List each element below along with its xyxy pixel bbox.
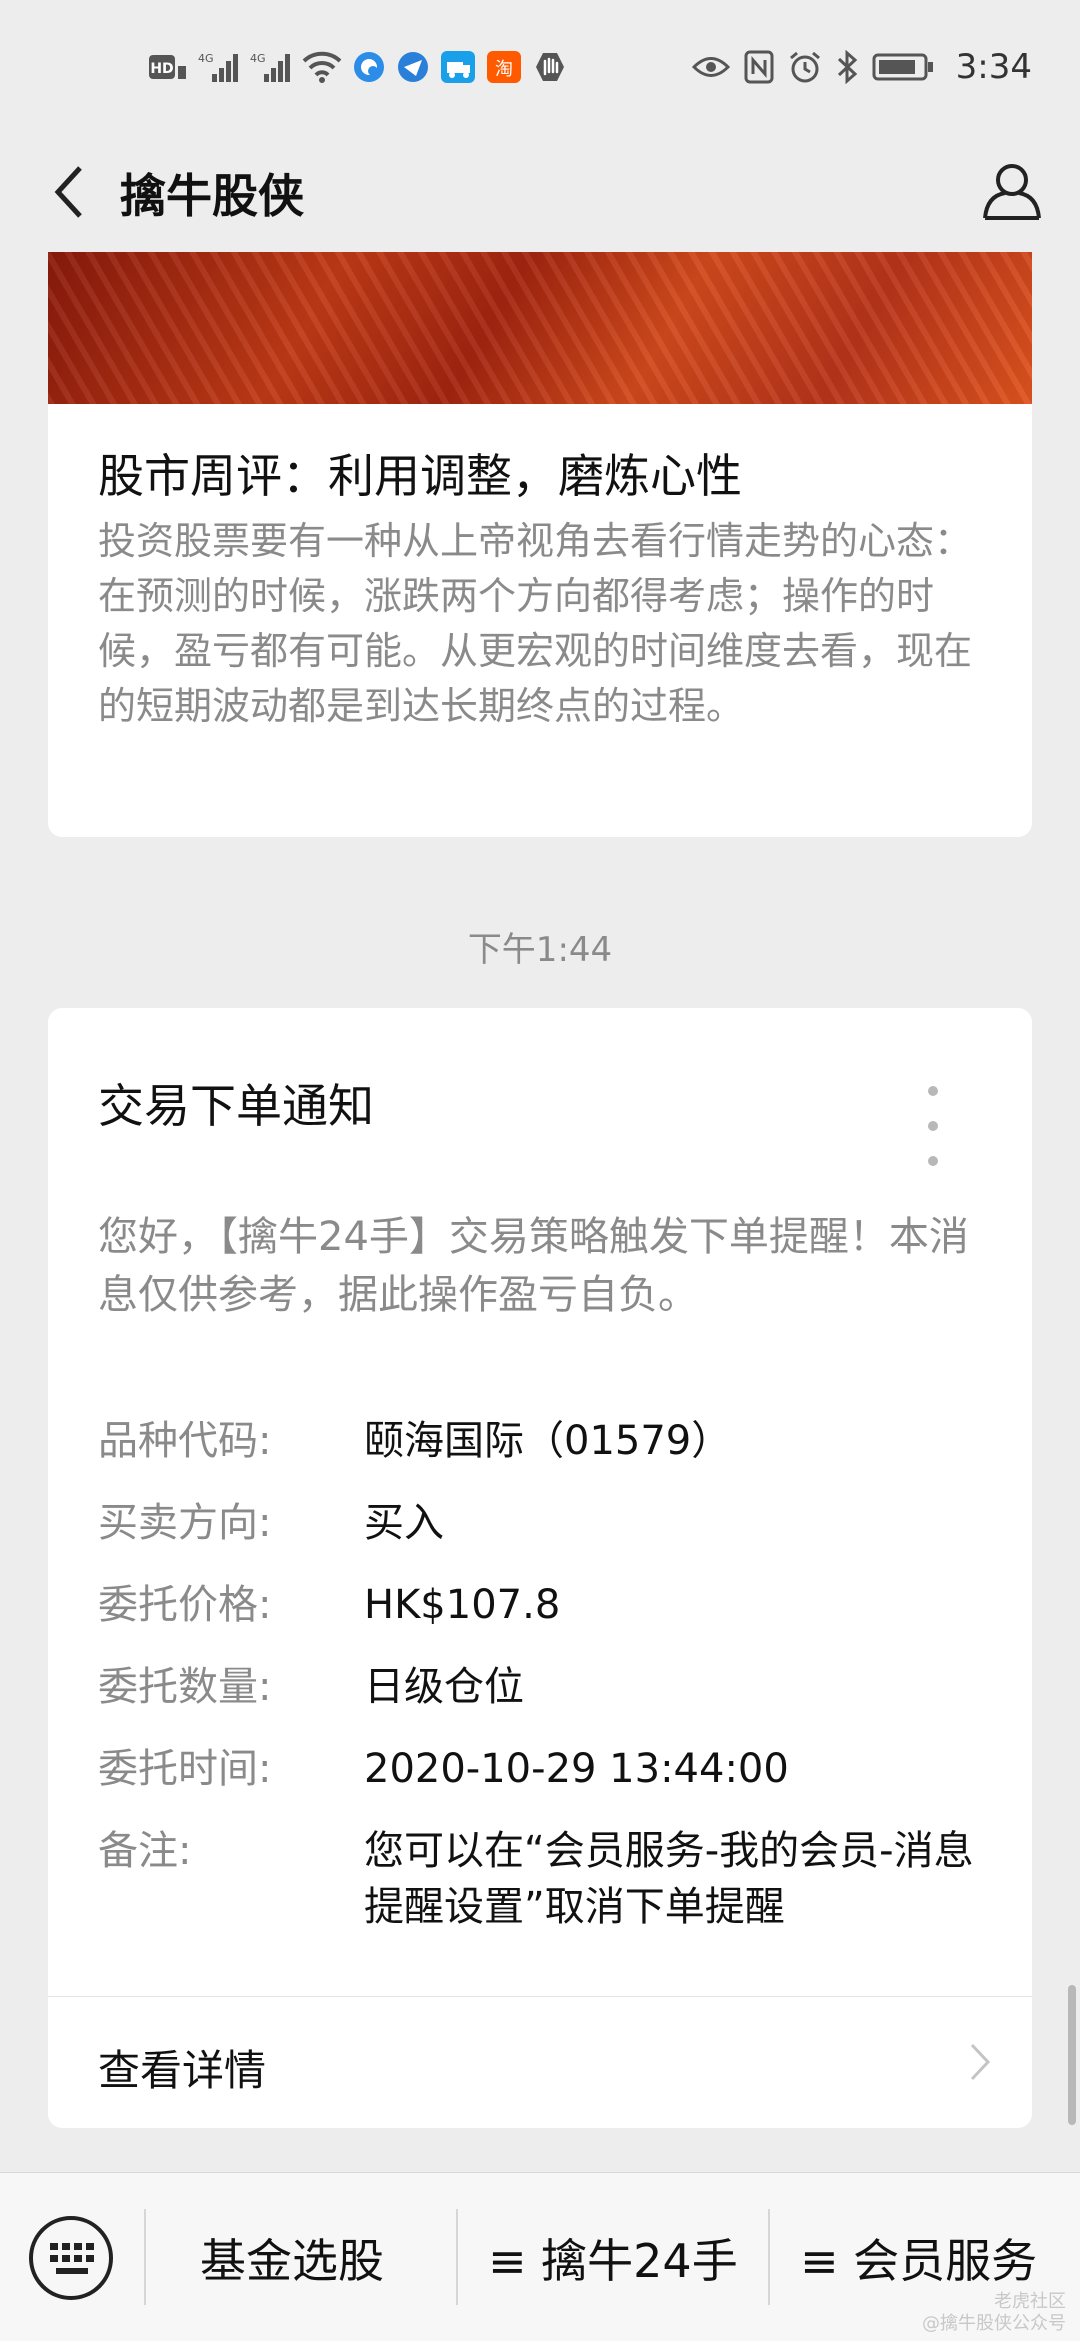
menu-separator: [144, 2209, 146, 2305]
article-banner-image: [48, 252, 1032, 404]
field-row-quantity: 委托数量: 日级仓位: [98, 1646, 1018, 1728]
back-arrow-icon: [54, 166, 82, 218]
menu-item-fund-picks[interactable]: 基金选股: [200, 2225, 384, 2291]
hand-icon: [532, 50, 568, 84]
more-options-button[interactable]: [918, 1086, 948, 1166]
field-value: 买入: [364, 1500, 444, 1546]
article-title: 股市周评：利用调整，磨炼心性: [98, 449, 742, 503]
page-title: 擒牛股侠: [120, 169, 304, 223]
eye-icon: [691, 54, 730, 80]
svg-text:4G: 4G: [198, 52, 214, 65]
field-value: 您可以在“会员服务-我的会员-消息提醒设置”取消下单提醒: [364, 1828, 974, 1930]
article-card[interactable]: 股市周评：利用调整，磨炼心性 投资股票要有一种从上帝视角去看行情走势的心态：在预…: [48, 252, 1032, 837]
field-row-remark: 备注: 您可以在“会员服务-我的会员-消息提醒设置”取消下单提醒: [98, 1810, 1018, 1935]
nfc-icon: [744, 50, 774, 84]
taobao-icon: 淘: [486, 50, 522, 84]
field-row-price: 委托价格: HK$107.8: [98, 1564, 1018, 1646]
message-timestamp: 下午1:44: [467, 930, 613, 970]
nav-bar: 擒牛股侠: [0, 130, 1080, 252]
app-notification-icon: [440, 50, 476, 84]
notice-title: 交易下单通知: [98, 1079, 374, 1133]
more-dot-icon: [928, 1156, 938, 1166]
svg-text:淘: 淘: [495, 59, 513, 80]
status-bar: HD 4G 4G 淘 3:34: [0, 0, 1080, 130]
svg-text:4G: 4G: [250, 52, 266, 65]
more-dot-icon: [928, 1121, 938, 1131]
field-label: 委托价格:: [98, 1582, 272, 1628]
trade-notice-card[interactable]: 交易下单通知 您好，【擒牛24手】交易策略触发下单提醒！本消息仅供参考，据此操作…: [48, 1008, 1032, 2128]
field-label: 品种代码:: [98, 1418, 272, 1464]
watermark: 老虎社区 @擒牛股侠公众号: [922, 2291, 1066, 2335]
battery-icon: [872, 52, 934, 82]
scrollbar[interactable]: [1068, 1985, 1076, 2125]
article-summary: 投资股票要有一种从上帝视角去看行情走势的心态：在预测的时候，涨跌两个方向都得考虑…: [98, 519, 973, 728]
chevron-right-icon: [970, 2043, 991, 2081]
field-label: 备注:: [98, 1828, 192, 1874]
menu-item-24-hands[interactable]: ≡ 擒牛24手: [488, 2225, 738, 2291]
field-value: HK$107.8: [364, 1582, 561, 1628]
field-value: 2020-10-29 13:44:00: [364, 1746, 789, 1792]
user-icon: [983, 164, 1041, 220]
field-row-direction: 买卖方向: 买入: [98, 1482, 1018, 1564]
alarm-icon: [788, 50, 822, 84]
profile-button[interactable]: [972, 146, 1052, 236]
menu-separator: [768, 2209, 770, 2305]
bluetooth-icon: [836, 50, 858, 84]
more-dot-icon: [928, 1086, 938, 1096]
app-notification-icon: [396, 50, 430, 84]
view-details-button[interactable]: 查看详情: [48, 1997, 1032, 2128]
back-button[interactable]: [34, 152, 104, 232]
hd-icon: HD: [148, 52, 188, 82]
app-notification-icon: [352, 50, 386, 84]
field-value: 颐海国际（01579）: [364, 1418, 732, 1464]
field-label: 委托数量:: [98, 1664, 272, 1710]
notice-fields: 品种代码: 颐海国际（01579） 买卖方向: 买入 委托价格: HK$107.…: [98, 1400, 1018, 1935]
watermark-line: 老虎社区: [994, 2291, 1066, 2312]
wifi-icon: [302, 51, 342, 83]
field-label: 委托时间:: [98, 1746, 272, 1792]
field-row-symbol: 品种代码: 颐海国际（01579）: [98, 1400, 1018, 1482]
status-right-icons: 3:34: [691, 42, 1032, 92]
keyboard-icon: [29, 2216, 113, 2300]
menu-separator: [456, 2209, 458, 2305]
status-left-icons: HD 4G 4G 淘: [148, 42, 568, 92]
signal-4g-icon: 4G: [198, 50, 240, 84]
svg-text:HD: HD: [150, 61, 173, 77]
notice-intro: 您好，【擒牛24手】交易策略触发下单提醒！本消息仅供参考，据此操作盈亏自负。: [98, 1214, 969, 1318]
field-value: 日级仓位: [364, 1664, 524, 1710]
signal-4g-icon: 4G: [250, 50, 292, 84]
view-details-label: 查看详情: [98, 2046, 267, 2095]
keyboard-toggle-button[interactable]: [26, 2213, 116, 2303]
bottom-menu-bar: 基金选股 ≡ 擒牛24手 ≡ 会员服务 老虎社区 @擒牛股侠公众号: [0, 2172, 1080, 2341]
watermark-line: @擒牛股侠公众号: [922, 2313, 1066, 2334]
menu-item-member-service[interactable]: ≡ 会员服务: [800, 2225, 1037, 2291]
field-label: 买卖方向:: [98, 1500, 272, 1546]
status-time: 3:34: [955, 47, 1032, 87]
field-row-time: 委托时间: 2020-10-29 13:44:00: [98, 1728, 1018, 1810]
